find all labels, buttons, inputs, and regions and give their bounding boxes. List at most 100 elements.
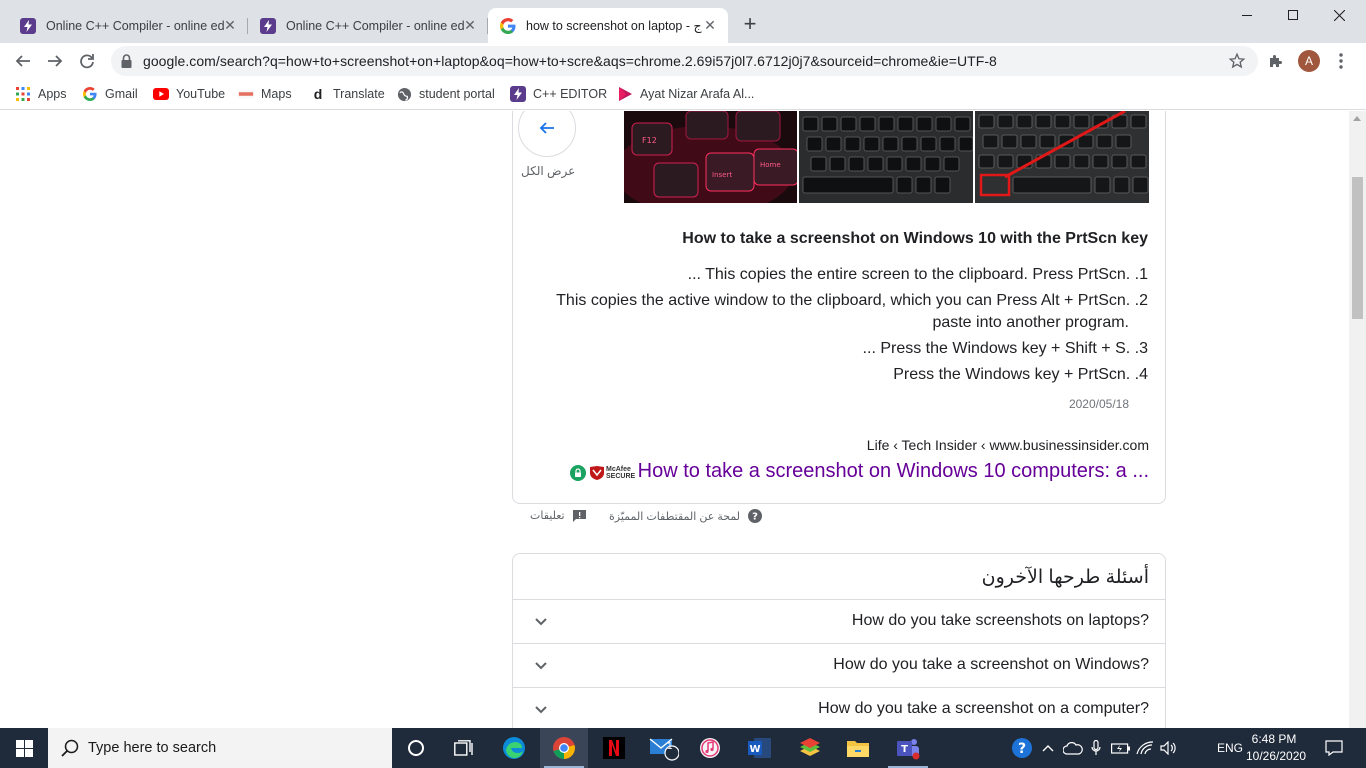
result-title-link[interactable]: How to take a screenshot on Windows 10 c… [638, 460, 1149, 483]
page-scrollbar[interactable] [1349, 111, 1366, 728]
back-button[interactable] [9, 47, 37, 75]
address-bar[interactable]: google.com/search?q=how+to+screenshot+on… [111, 46, 1258, 76]
tab-strip: Online C++ Compiler - online ed ✕ Online… [0, 0, 1366, 43]
language-indicator[interactable]: ENG [1214, 728, 1246, 768]
feedback-icon [572, 509, 586, 522]
maps-icon [238, 86, 254, 102]
itunes-icon[interactable] [686, 728, 734, 768]
snippet-date: 2020/05/18 [1068, 397, 1129, 411]
bluestacks-icon[interactable] [786, 728, 834, 768]
green-lock-icon [570, 465, 586, 481]
clock-time: 6:48 PM [1251, 732, 1297, 746]
taskbar-search-placeholder: Type here to search [88, 740, 217, 756]
bookmark-maps[interactable]: Maps [238, 85, 292, 103]
svg-text:F12: F12 [642, 136, 657, 145]
keyboard-image-1[interactable]: F12 Insert Home [624, 111, 797, 203]
word-icon[interactable]: W [736, 728, 784, 768]
reload-button[interactable] [73, 47, 101, 75]
clock-date: 10/26/2020 [1246, 749, 1307, 763]
bookmark-translate[interactable]: d Translate [310, 85, 385, 103]
snippet-step-2-line-1: This copies the active window to the cli… [556, 292, 1148, 309]
keyboard-image-3[interactable] [975, 111, 1149, 203]
mail-badge-count: 1 [667, 741, 673, 752]
mcafee-badge-text: McAfee SECURE [606, 466, 636, 480]
chevron-down-icon [535, 662, 547, 670]
paa-question-text: How do you take screenshots on laptops? [851, 612, 1149, 629]
scroll-up-arrow-icon[interactable] [1353, 116, 1361, 121]
keyboard-image-2[interactable] [799, 111, 973, 203]
forward-button[interactable] [41, 47, 69, 75]
help-circle-icon: ? [748, 509, 763, 523]
toolbar: google.com/search?q=how+to+screenshot+on… [0, 43, 1366, 79]
task-view-icon[interactable] [440, 728, 488, 768]
bookmark-label: C++ EDITOR [533, 87, 608, 101]
bookmark-star-icon[interactable] [1228, 52, 1246, 75]
bookmark-youtube[interactable]: YouTube [153, 85, 225, 103]
search-results-page[interactable]: عرض الكل F12 Insert Home How to take a s… [0, 111, 1366, 728]
paa-question-text: How do you take a screenshot on Windows? [833, 656, 1149, 673]
bookmark-gmail[interactable]: Gmail [82, 85, 138, 103]
profile-avatar[interactable]: A [1298, 50, 1320, 72]
menu-kebab-icon[interactable] [1327, 47, 1355, 75]
snippet-step-2: This copies the active window to the cli… [548, 290, 1148, 334]
about-featured-snippets[interactable]: لمحة عن المقتطفات المميّزة ? [609, 509, 763, 523]
paa-question[interactable]: How do you take a screenshot on Windows? [513, 643, 1165, 687]
bookmark-label: YouTube [176, 87, 226, 101]
search-icon [61, 739, 79, 757]
close-tab-icon[interactable]: ✕ [462, 17, 478, 33]
bookmarks-bar: Apps Gmail YouTube Maps d Translate stud… [0, 79, 1366, 110]
help-question-icon[interactable]: ? [1008, 728, 1036, 768]
lightning-icon [260, 17, 276, 34]
new-tab-button[interactable]: + [738, 13, 762, 37]
bookmark-ayat[interactable]: Ayat Nizar Arafa Al... [617, 85, 754, 103]
file-explorer-icon[interactable] [834, 728, 882, 768]
maximize-button[interactable] [1270, 0, 1316, 30]
view-all-label[interactable]: عرض الكل [521, 164, 575, 178]
battery-icon[interactable] [1110, 728, 1132, 768]
bookmark-student-portal[interactable]: student portal [396, 85, 495, 103]
tab-title: Online C++ Compiler - online ed [286, 18, 464, 33]
play-store-icon [617, 86, 633, 102]
scrollbar-thumb[interactable] [1352, 177, 1363, 319]
taskbar-clock[interactable]: 6:48 PM 10/26/2020 [1246, 731, 1307, 765]
mcafee-secure-badge[interactable]: McAfee SECURE [570, 465, 636, 481]
netflix-icon[interactable] [590, 728, 638, 768]
close-tab-icon[interactable]: ✕ [222, 17, 238, 33]
volume-icon[interactable] [1158, 728, 1180, 768]
paa-question[interactable]: How do you take screenshots on laptops? [513, 599, 1165, 643]
google-icon [82, 86, 98, 102]
taskbar-search-box[interactable]: Type here to search [48, 728, 392, 768]
svg-text:?: ? [752, 512, 758, 523]
svg-text:Insert: Insert [712, 171, 732, 179]
minimize-button[interactable] [1224, 0, 1270, 30]
close-tab-icon[interactable]: ✕ [702, 17, 718, 33]
feedback-link[interactable]: تعليقات [530, 509, 586, 522]
paa-question[interactable]: How do you take a screenshot on a comput… [513, 687, 1165, 728]
onedrive-icon[interactable] [1062, 728, 1084, 768]
teams-icon[interactable]: T [884, 728, 932, 768]
chrome-taskbar-icon[interactable] [540, 728, 588, 768]
lock-icon[interactable] [121, 54, 132, 73]
windows-start-icon[interactable] [0, 728, 48, 768]
apps-grid-icon [15, 86, 31, 102]
result-breadcrumb[interactable]: Life ‹ Tech Insider ‹ www.businessinside… [867, 437, 1149, 453]
notifications-icon[interactable] [1318, 728, 1350, 768]
mail-icon[interactable]: 1 [640, 728, 688, 768]
edge-icon[interactable] [490, 728, 538, 768]
microphone-icon[interactable] [1086, 728, 1106, 768]
tab-title: Online C++ Compiler - online ed [46, 18, 224, 33]
browser-tab[interactable]: Online C++ Compiler - online ed ✕ [248, 8, 488, 43]
chevron-down-icon [535, 618, 547, 626]
close-window-button[interactable] [1316, 0, 1362, 30]
browser-tab[interactable]: Online C++ Compiler - online ed ✕ [8, 8, 248, 43]
cortana-icon[interactable] [392, 728, 440, 768]
browser-tab-active[interactable]: how to screenshot on laptop - ج ✕ [488, 8, 728, 43]
extensions-icon[interactable] [1262, 47, 1290, 75]
chevron-up-icon[interactable] [1038, 728, 1058, 768]
lightning-icon [510, 86, 526, 102]
wifi-icon[interactable] [1134, 728, 1156, 768]
bookmark-apps[interactable]: Apps [15, 85, 67, 103]
globe-icon [396, 86, 412, 102]
bookmark-cpp-editor[interactable]: C++ EDITOR [510, 85, 607, 103]
google-icon [500, 17, 516, 34]
